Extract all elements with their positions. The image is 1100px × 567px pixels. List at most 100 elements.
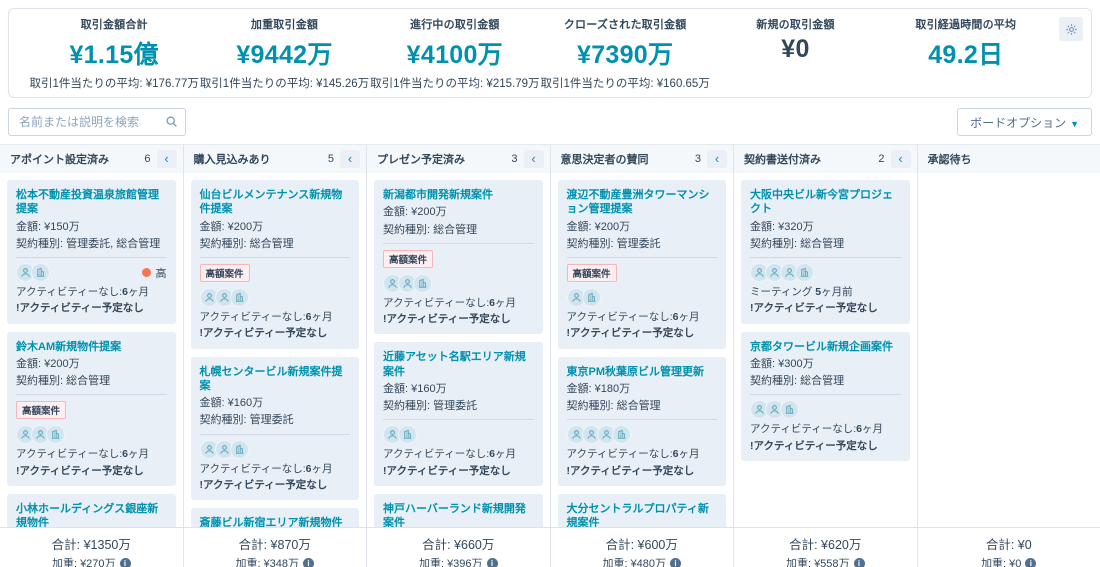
deal-card[interactable]: 渡辺不動産豊洲タワーマンション管理提案 金額: ¥200万 契約種別: 管理委託… [557, 180, 726, 349]
deal-title-link[interactable]: 仙台ビルメンテナンス新規物件提案 [200, 188, 351, 217]
deal-title-link[interactable]: 大分セントラルプロパティ新規案件 [567, 502, 718, 527]
deal-card[interactable]: 大阪中央ビル新今宮プロジェクト 金額: ¥320万 契約種別: 総合管理 ミーテ… [741, 180, 910, 324]
deal-title-link[interactable]: 東京PM秋葉原ビル管理更新 [567, 365, 718, 379]
metric-sub-label: 取引1件当たりの平均: ¥176.77万 [29, 77, 199, 90]
avatars [566, 425, 718, 445]
info-icon[interactable]: i [486, 557, 498, 567]
deal-tag: 高額案件 [383, 249, 434, 268]
column-weighted: 加重: ¥396万 i [367, 555, 550, 567]
column-weighted-text: 加重: ¥270万 [51, 558, 116, 567]
column-collapse-button[interactable]: ‹ [156, 150, 177, 168]
board-column: アポイント設定済み 6 ‹ 松本不動産投資温泉旅館管理提案 金額: ¥150万 … [0, 145, 184, 567]
column-body [917, 173, 1100, 527]
deal-contract-type: 契約種別: 総合管理 [16, 375, 111, 388]
deal-title-link[interactable]: 鈴木AM新規物件提案 [16, 340, 167, 354]
column-title: 承認待ち [927, 154, 972, 166]
deal-card[interactable]: 神戸ハーバーランド新規開発案件 金額: ¥300万 契約種別: 総合管理 アクテ… [374, 493, 543, 527]
deal-title-link[interactable]: 札幌センタービル新規案件提案 [200, 365, 351, 394]
metric: 新規の取引金額 ¥0 [710, 16, 880, 91]
deal-tag-row: 高額案件 [566, 263, 718, 286]
deal-card[interactable]: 小林ホールディングス銀座新規物件 金額: ¥400万 契約種別: 総合管理 アク… [7, 493, 176, 527]
metric: 取引金額合計 ¥1.15億 取引1件当たりの平均: ¥176.77万 [29, 16, 199, 91]
deal-title-link[interactable]: 小林ホールディングス銀座新規物件 [16, 502, 167, 527]
card-divider [199, 433, 350, 435]
deal-contract-type: 契約種別: 管理委託, 総合管理 [16, 237, 161, 250]
metric: 進行中の取引金額 ¥4100万 取引1件当たりの平均: ¥215.79万 [370, 16, 540, 91]
deal-title-link[interactable]: 大阪中央ビル新今宮プロジェクト [750, 188, 901, 217]
company-icon[interactable] [795, 263, 814, 283]
column-weighted-text: 加重: ¥0 [981, 558, 1022, 567]
deal-card[interactable]: 京都タワービル新規企画案件 金額: ¥300万 契約種別: 総合管理 アクティビ… [741, 331, 910, 461]
info-icon[interactable]: i [303, 557, 315, 567]
avatars [750, 263, 901, 283]
deal-contract-type: 契約種別: 総合管理 [566, 400, 661, 413]
deal-tag-row: 高額案件 [383, 249, 534, 272]
column-collapse-button[interactable]: ‹ [523, 150, 544, 168]
board-options-button[interactable]: ボードオプション ▼ [957, 108, 1092, 136]
column-collapse-button[interactable]: ‹ [707, 150, 727, 168]
column-header: アポイント設定済み 6 ‹ [0, 145, 183, 173]
avatars [566, 288, 718, 308]
column-footer: 合計: ¥0 加重: ¥0 i [917, 527, 1100, 567]
info-icon[interactable]: i [853, 557, 865, 567]
column-collapse-button[interactable]: ‹ [340, 150, 360, 168]
deal-contract-type: 契約種別: 総合管理 [750, 237, 845, 250]
column-weighted: 加重: ¥558万 i [734, 555, 917, 567]
metric-label: 加重取引金額 [250, 18, 319, 31]
avatars [199, 439, 351, 459]
deal-card[interactable]: 仙台ビルメンテナンス新規物件提案 金額: ¥200万 契約種別: 総合管理 高額… [190, 180, 359, 349]
company-icon[interactable] [611, 425, 631, 445]
company-icon[interactable] [229, 439, 249, 459]
deal-title-link[interactable]: 斎藤ビル新宿エリア新規物件提案 [200, 516, 351, 527]
metric-label: クローズされた取引金額 [563, 18, 687, 31]
column-footer: 合計: ¥660万 加重: ¥396万 i [367, 527, 550, 567]
deal-title-link[interactable]: 神戸ハーバーランド新規開発案件 [383, 502, 534, 527]
info-icon[interactable]: i [670, 557, 682, 567]
deal-activity-warning: !アクティビティー予定なし [383, 464, 511, 477]
column-collapse-button[interactable]: ‹ [890, 150, 911, 168]
search-input[interactable] [8, 108, 186, 136]
deal-title-link[interactable]: 近藤アセット名駅エリア新規案件 [383, 350, 534, 379]
deal-card[interactable]: 斎藤ビル新宿エリア新規物件提案 金額: ¥150万 契約種別: 管理委託 アクテ… [190, 508, 359, 527]
column-title: 意思決定者の賛同 [560, 154, 649, 166]
company-icon[interactable] [229, 288, 249, 308]
column-weighted-text: 加重: ¥396万 [418, 558, 483, 567]
deal-card[interactable]: 松本不動産投資温泉旅館管理提案 金額: ¥150万 契約種別: 管理委託, 総合… [7, 180, 176, 324]
company-icon[interactable] [581, 288, 601, 308]
card-divider [16, 394, 167, 396]
company-icon[interactable] [413, 273, 432, 293]
company-icon[interactable] [780, 400, 799, 420]
metrics-settings-button[interactable] [1059, 17, 1083, 41]
company-icon[interactable] [31, 263, 50, 283]
column-weighted: 加重: ¥348万 i [184, 555, 367, 567]
deal-card[interactable]: 大分セントラルプロパティ新規案件 金額: ¥220万 契約種別: 総合管理 アク… [557, 493, 726, 527]
deal-card[interactable]: 札幌センタービル新規案件提案 金額: ¥160万 契約種別: 管理委託 アクティ… [190, 356, 359, 501]
metric: 取引経過時間の平均 49.2日 [881, 16, 1051, 91]
deal-card[interactable]: 鈴木AM新規物件提案 金額: ¥200万 契約種別: 総合管理 高額案件 アクテ… [7, 331, 176, 486]
deal-title-link[interactable]: 京都タワービル新規企画案件 [750, 340, 901, 354]
metric-value: ¥4100万 [406, 40, 503, 69]
column-body: 新潟都市開発新規案件 金額: ¥200万 契約種別: 総合管理 高額案件 アクテ… [367, 173, 550, 527]
metric-label: 進行中の取引金額 [410, 18, 500, 31]
company-icon[interactable] [398, 425, 417, 445]
deal-title-link[interactable]: 松本不動産投資温泉旅館管理提案 [16, 188, 167, 217]
column-title: アポイント設定済み [10, 154, 109, 166]
column-title: 契約書送付済み [744, 154, 821, 166]
deal-amount: 金額: ¥200万 [16, 357, 80, 370]
deal-title-link[interactable]: 渡辺不動産豊洲タワーマンション管理提案 [567, 188, 718, 217]
deal-title-link[interactable]: 新潟都市開発新規案件 [383, 188, 534, 202]
metric-label: 取引金額合計 [80, 18, 148, 31]
deal-card[interactable]: 近藤アセット名駅エリア新規案件 金額: ¥160万 契約種別: 管理委託 アクテ… [374, 342, 543, 486]
deal-card[interactable]: 新潟都市開発新規案件 金額: ¥200万 契約種別: 総合管理 高額案件 アクテ… [374, 180, 543, 335]
company-icon[interactable] [46, 425, 65, 445]
info-icon[interactable]: i [1025, 557, 1037, 567]
deal-card[interactable]: 東京PM秋葉原ビル管理更新 金額: ¥180万 契約種別: 総合管理 アクティビ… [557, 356, 726, 486]
deal-activity-status: ミーティング 5ヶ月前 [750, 286, 853, 299]
avatars [383, 273, 534, 293]
info-icon[interactable]: i [119, 557, 131, 567]
metric-label: 取引経過時間の平均 [915, 18, 1017, 31]
metrics-row: 取引金額合計 ¥1.15億 取引1件当たりの平均: ¥176.77万 加重取引金… [29, 16, 1051, 91]
associations-row [566, 425, 718, 445]
metric-sub-label: 取引1件当たりの平均: ¥145.26万 [199, 77, 370, 90]
column-title: プレゼン予定済み [377, 154, 465, 166]
